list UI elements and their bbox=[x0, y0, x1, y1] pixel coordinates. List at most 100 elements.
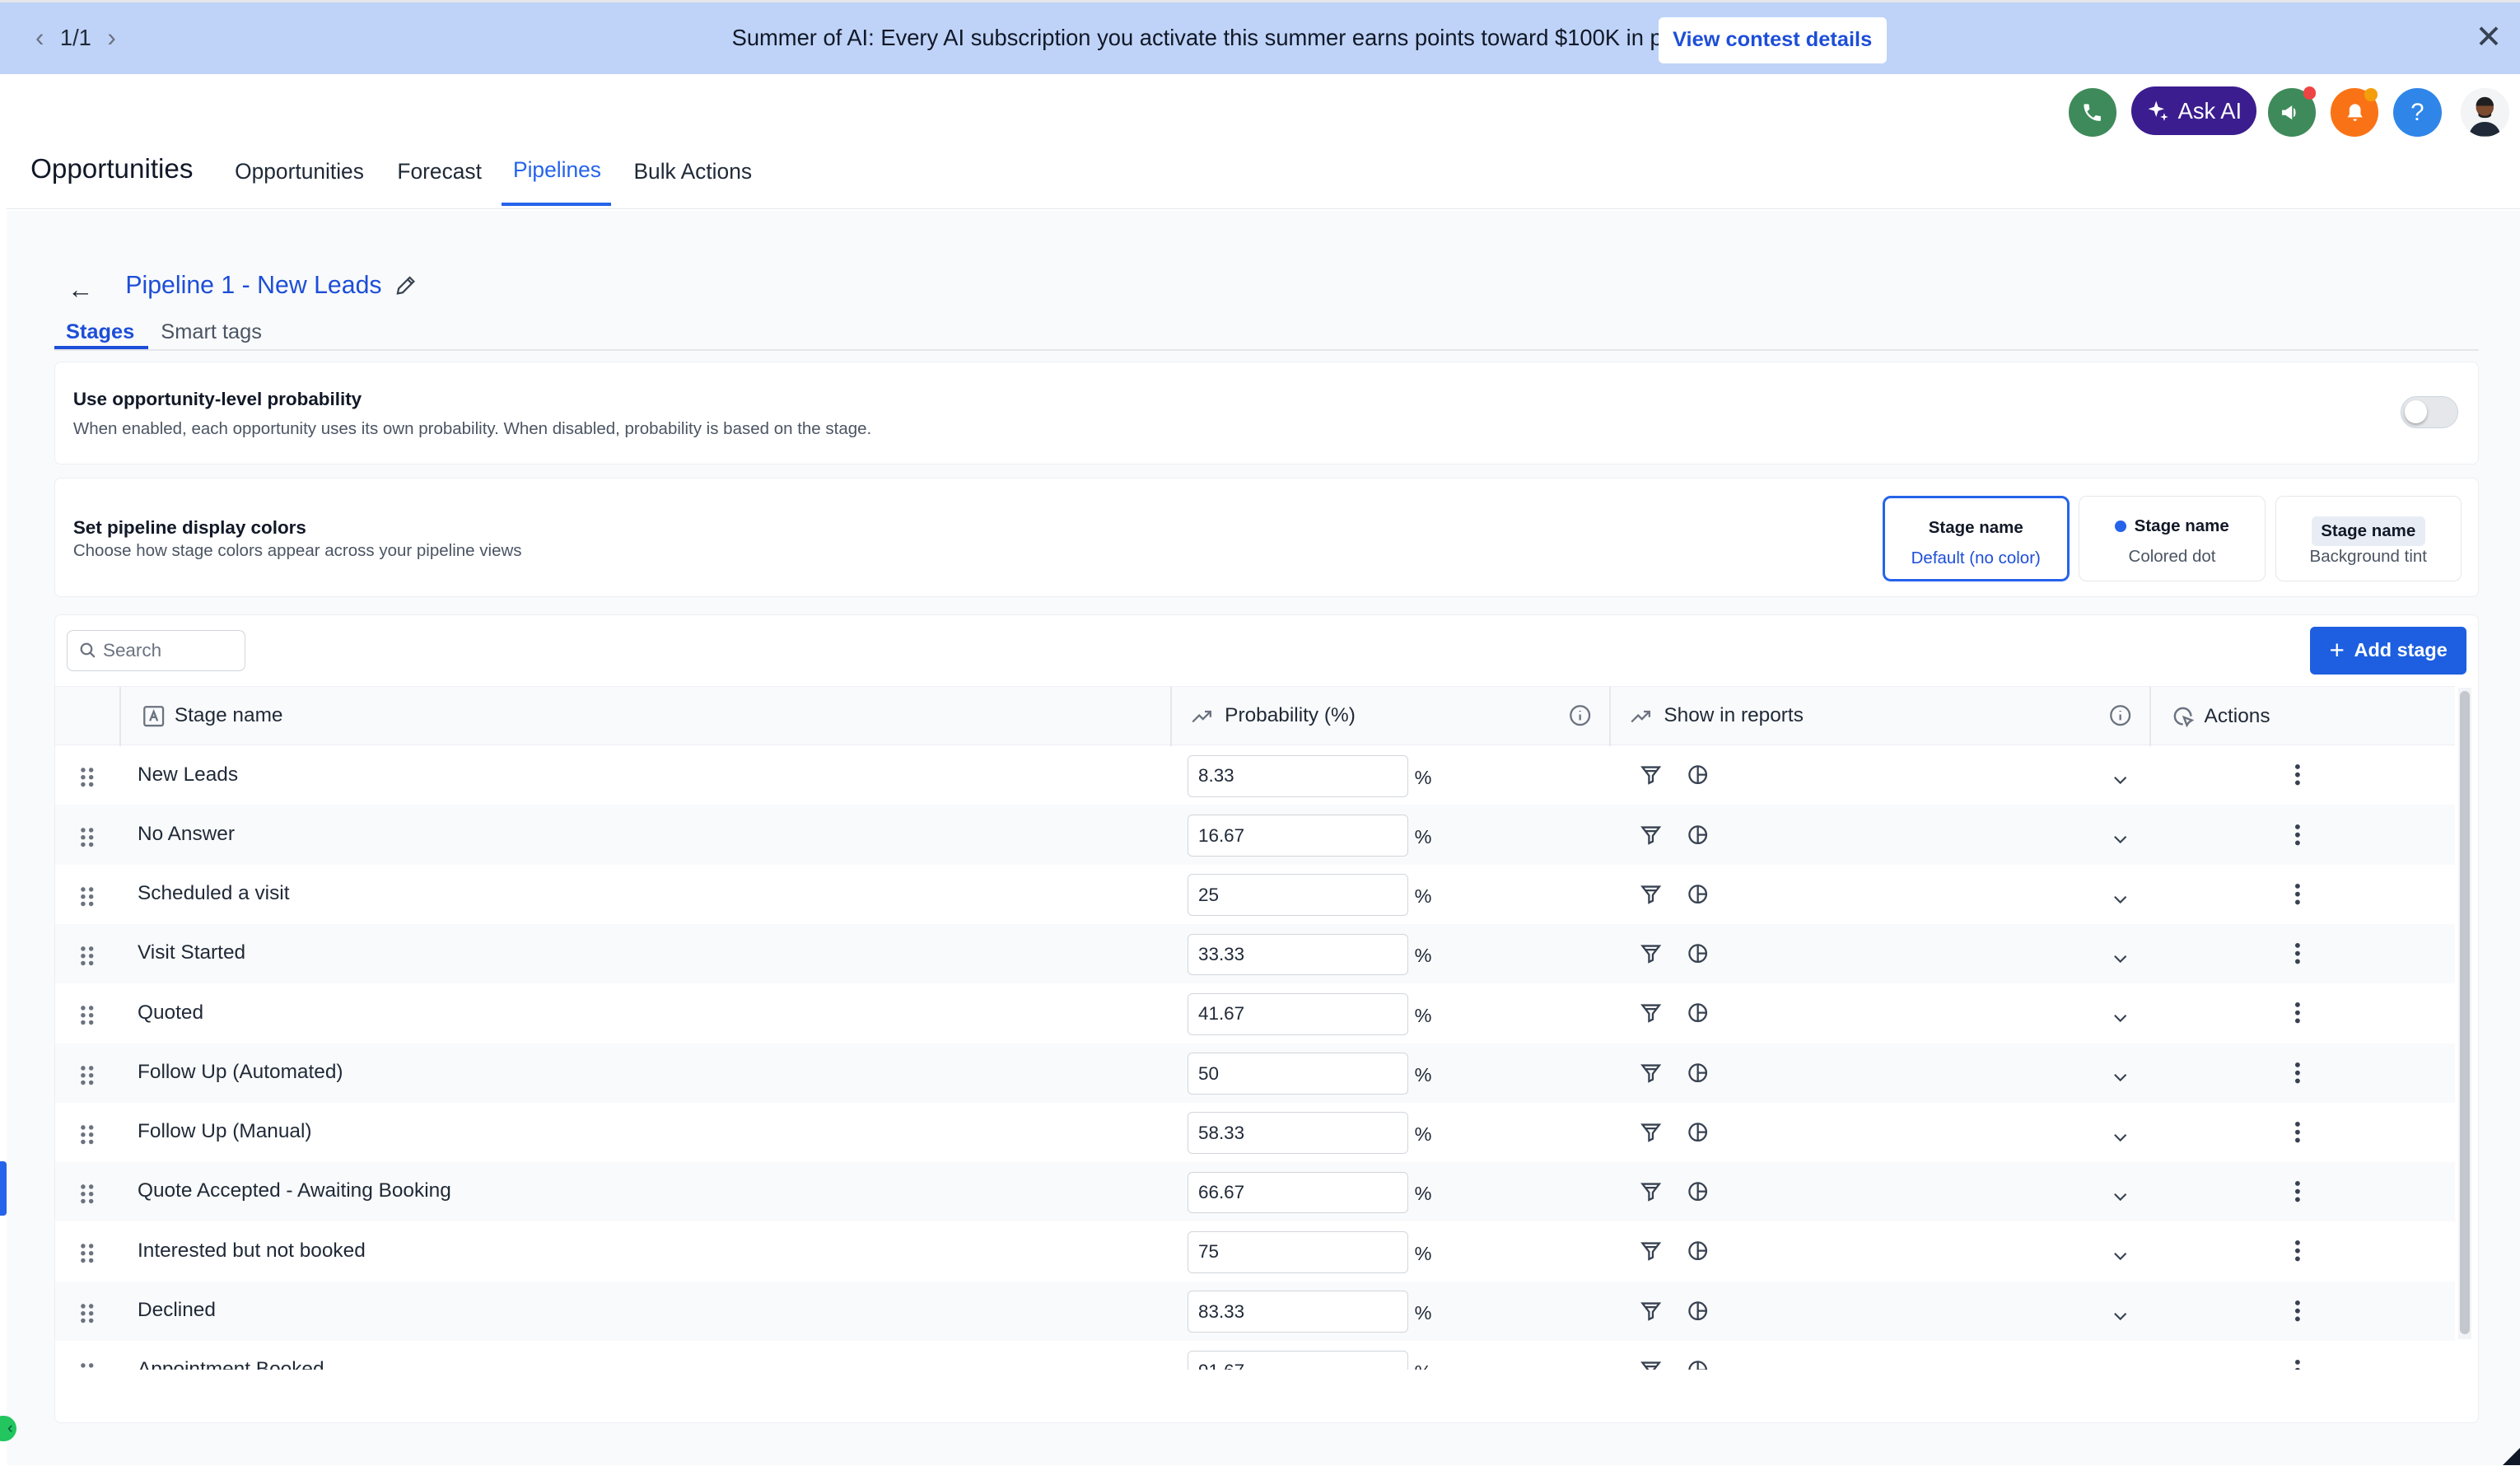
probability-input[interactable] bbox=[1188, 1291, 1408, 1333]
drag-handle-icon[interactable] bbox=[80, 1062, 95, 1092]
color-option-tint[interactable]: Stage name Background tint bbox=[2275, 496, 2462, 581]
side-panel-tab[interactable] bbox=[0, 1161, 7, 1216]
pie-chart-icon[interactable] bbox=[1687, 1001, 1709, 1031]
pie-chart-icon[interactable] bbox=[1687, 823, 1709, 852]
more-actions-icon[interactable] bbox=[2294, 1358, 2301, 1370]
header-show-in-reports[interactable]: Show in reports bbox=[1628, 704, 1804, 727]
back-arrow-icon[interactable]: ← bbox=[68, 275, 93, 305]
pager-count: 1/1 bbox=[59, 25, 91, 51]
color-option-default[interactable]: Stage name Default (no color) bbox=[1882, 496, 2070, 581]
drag-handle-icon[interactable] bbox=[80, 943, 95, 973]
chevron-left-icon[interactable]: ‹ bbox=[35, 23, 44, 53]
chevron-down-icon[interactable] bbox=[2111, 1064, 2130, 1094]
funnel-icon[interactable] bbox=[1640, 1179, 1662, 1209]
stage-name: New Leads bbox=[137, 763, 239, 786]
drag-handle-icon[interactable] bbox=[80, 1181, 95, 1211]
subtab-smart-tags[interactable]: Smart tags bbox=[161, 320, 262, 344]
pie-chart-icon[interactable] bbox=[1687, 1179, 1709, 1209]
drag-handle-icon[interactable] bbox=[80, 1241, 95, 1271]
funnel-icon[interactable] bbox=[1640, 882, 1662, 912]
help-button[interactable]: ? bbox=[2393, 88, 2442, 137]
subtab-stages[interactable]: Stages bbox=[66, 320, 134, 344]
more-actions-icon[interactable] bbox=[2294, 882, 2301, 912]
probability-toggle[interactable] bbox=[2400, 396, 2459, 429]
probability-input[interactable] bbox=[1188, 992, 1408, 1035]
funnel-icon[interactable] bbox=[1640, 763, 1662, 793]
view-contest-button[interactable]: View contest details bbox=[1658, 16, 1887, 64]
drag-handle-icon[interactable] bbox=[80, 1122, 95, 1151]
probability-input[interactable] bbox=[1188, 933, 1408, 976]
funnel-icon[interactable] bbox=[1640, 1120, 1662, 1150]
chevron-down-icon[interactable] bbox=[2111, 1123, 2130, 1153]
pie-chart-icon[interactable] bbox=[1687, 1299, 1709, 1328]
pie-chart-icon[interactable] bbox=[1687, 763, 1709, 793]
tab-pipelines[interactable]: Pipelines bbox=[513, 157, 601, 183]
probability-input[interactable] bbox=[1188, 1350, 1408, 1370]
funnel-icon[interactable] bbox=[1640, 1001, 1662, 1031]
add-stage-button[interactable]: + Add stage bbox=[2310, 626, 2466, 675]
color-option-dot[interactable]: Stage name Colored dot bbox=[2079, 496, 2266, 581]
probability-input[interactable] bbox=[1188, 1230, 1408, 1273]
drag-handle-icon[interactable] bbox=[80, 824, 95, 854]
drag-handle-icon[interactable] bbox=[80, 884, 95, 913]
chevron-right-icon[interactable]: › bbox=[107, 23, 115, 53]
probability-input[interactable] bbox=[1188, 874, 1408, 917]
probability-input[interactable] bbox=[1188, 815, 1408, 857]
funnel-icon[interactable] bbox=[1640, 1358, 1662, 1370]
search-icon bbox=[80, 642, 96, 658]
chevron-down-icon[interactable] bbox=[2111, 826, 2130, 856]
more-actions-icon[interactable] bbox=[2294, 1179, 2301, 1209]
chevron-down-icon[interactable] bbox=[2111, 767, 2130, 796]
chevron-down-icon[interactable] bbox=[2111, 945, 2130, 974]
probability-input[interactable] bbox=[1188, 1171, 1408, 1214]
chevron-down-icon[interactable] bbox=[2111, 1243, 2130, 1272]
chevron-down-icon[interactable] bbox=[2111, 1302, 2130, 1332]
phone-button[interactable] bbox=[2068, 88, 2117, 137]
column-divider bbox=[119, 686, 122, 747]
drag-handle-icon[interactable] bbox=[80, 765, 95, 795]
funnel-icon[interactable] bbox=[1640, 1240, 1662, 1269]
ask-ai-button[interactable]: Ask AI bbox=[2130, 86, 2257, 136]
funnel-icon[interactable] bbox=[1640, 941, 1662, 971]
tab-forecast[interactable]: Forecast bbox=[397, 159, 482, 184]
pie-chart-icon[interactable] bbox=[1687, 1061, 1709, 1090]
more-actions-icon[interactable] bbox=[2294, 1120, 2301, 1150]
more-actions-icon[interactable] bbox=[2294, 1299, 2301, 1328]
chevron-down-icon[interactable] bbox=[2111, 1361, 2130, 1370]
table-scrollbar[interactable] bbox=[2458, 687, 2471, 1339]
close-icon[interactable]: ✕ bbox=[2476, 21, 2503, 54]
pie-chart-icon[interactable] bbox=[1687, 1358, 1709, 1370]
more-actions-icon[interactable] bbox=[2294, 1001, 2301, 1031]
funnel-icon[interactable] bbox=[1640, 1299, 1662, 1328]
more-actions-icon[interactable] bbox=[2294, 1061, 2301, 1090]
info-icon[interactable] bbox=[2109, 704, 2131, 726]
edit-pencil-icon[interactable] bbox=[394, 273, 418, 304]
drag-handle-icon[interactable] bbox=[80, 1003, 95, 1033]
more-actions-icon[interactable] bbox=[2294, 1240, 2301, 1269]
probability-input[interactable] bbox=[1188, 1053, 1408, 1095]
probability-input[interactable] bbox=[1188, 754, 1408, 797]
tab-opportunities[interactable]: Opportunities bbox=[235, 159, 364, 184]
more-actions-icon[interactable] bbox=[2294, 941, 2301, 971]
chevron-down-icon[interactable] bbox=[2111, 1005, 2130, 1034]
more-actions-icon[interactable] bbox=[2294, 823, 2301, 852]
pie-chart-icon[interactable] bbox=[1687, 1120, 1709, 1150]
probability-input[interactable] bbox=[1188, 1112, 1408, 1155]
funnel-icon[interactable] bbox=[1640, 1061, 1662, 1090]
scrollbar-thumb[interactable] bbox=[2460, 690, 2470, 1334]
header-stage-name[interactable]: Stage name bbox=[142, 704, 282, 727]
tab-bulk-actions[interactable]: Bulk Actions bbox=[633, 159, 752, 184]
pie-chart-icon[interactable] bbox=[1687, 882, 1709, 912]
pie-chart-icon[interactable] bbox=[1687, 1240, 1709, 1269]
more-actions-icon[interactable] bbox=[2294, 763, 2301, 793]
funnel-icon[interactable] bbox=[1640, 823, 1662, 852]
info-icon[interactable] bbox=[1569, 704, 1591, 726]
search-input[interactable]: Search bbox=[67, 629, 245, 672]
drag-handle-icon[interactable] bbox=[80, 1360, 95, 1370]
header-probability[interactable]: Probability (%) bbox=[1189, 704, 1356, 727]
chevron-down-icon[interactable] bbox=[2111, 1183, 2130, 1212]
pie-chart-icon[interactable] bbox=[1687, 941, 1709, 971]
chevron-down-icon[interactable] bbox=[2111, 885, 2130, 915]
drag-handle-icon[interactable] bbox=[80, 1300, 95, 1330]
avatar[interactable] bbox=[2461, 88, 2509, 137]
